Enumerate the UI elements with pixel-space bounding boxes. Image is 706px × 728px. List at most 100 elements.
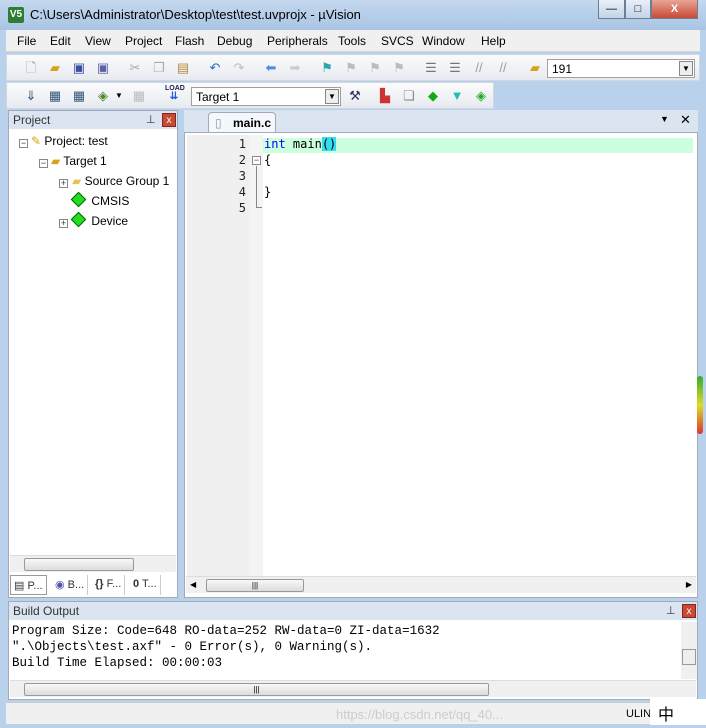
tree-label: Project: test bbox=[44, 134, 108, 148]
navigate-forward-icon[interactable]: ➡ bbox=[287, 60, 303, 76]
rebuild-icon[interactable]: ▦ bbox=[71, 88, 87, 104]
download-icon[interactable]: LOAD ⇊ bbox=[165, 85, 185, 102]
folder-icon: ▰ bbox=[72, 174, 82, 188]
collapse-icon[interactable]: − bbox=[19, 139, 28, 148]
code-line: { bbox=[264, 153, 272, 167]
redo-icon[interactable]: ↷ bbox=[231, 60, 247, 76]
expand-icon[interactable]: + bbox=[59, 219, 68, 228]
select-pack-icon[interactable]: ◆ bbox=[425, 88, 441, 104]
navigate-back-icon[interactable]: ⬅ bbox=[263, 60, 279, 76]
menu-svcs[interactable]: SVCS bbox=[381, 34, 414, 48]
tab-label: F... bbox=[106, 578, 122, 590]
components-icon[interactable]: ◈ bbox=[473, 88, 489, 104]
menu-window[interactable]: Window bbox=[422, 34, 465, 48]
menu-flash[interactable]: Flash bbox=[175, 34, 204, 48]
clear-bookmarks-icon[interactable]: ⚑ bbox=[391, 60, 407, 76]
indent-icon[interactable]: ☰ bbox=[423, 60, 439, 76]
ime-indicator[interactable]: 中 bbox=[650, 699, 706, 725]
bookmark-icon[interactable]: ⚑ bbox=[319, 60, 335, 76]
save-icon[interactable]: ▣ bbox=[71, 60, 87, 76]
editor-tab-strip: ▯ main.c ▼ ✕ bbox=[184, 110, 698, 132]
collapse-icon[interactable]: − bbox=[39, 159, 48, 168]
build-icon[interactable]: ▦ bbox=[47, 88, 63, 104]
tab-list-icon[interactable]: ▼ bbox=[660, 114, 669, 124]
file-icon: ▯ bbox=[215, 116, 222, 130]
target-options-icon[interactable]: ⚒ bbox=[347, 88, 363, 104]
menu-peripherals[interactable]: Peripherals bbox=[267, 34, 328, 48]
tab-templates[interactable]: 0 T... bbox=[130, 575, 161, 595]
project-panel-title: Project bbox=[13, 113, 51, 127]
menu-tools[interactable]: Tools bbox=[338, 34, 366, 48]
chevron-down-icon[interactable]: ▼ bbox=[679, 61, 693, 76]
scroll-thumb[interactable]: ||| bbox=[24, 683, 489, 696]
tree-cmsis[interactable]: CMSIS bbox=[69, 191, 129, 208]
menu-help[interactable]: Help bbox=[481, 34, 506, 48]
uncomment-icon[interactable]: // bbox=[495, 60, 511, 76]
batch-build-icon[interactable]: ◈ bbox=[95, 88, 111, 104]
close-panel-icon[interactable]: x bbox=[682, 604, 696, 618]
open-file-icon[interactable]: ▰ bbox=[47, 60, 63, 76]
watermark: https://blog.csdn.net/qq_40... bbox=[336, 707, 503, 722]
output-hscrollbar[interactable]: ||| bbox=[10, 680, 696, 697]
scroll-left-icon[interactable]: ◀ bbox=[190, 580, 196, 589]
find-combo[interactable]: 191 ▼ bbox=[547, 59, 695, 78]
tab-project[interactable]: ▤ P... bbox=[10, 575, 47, 595]
manage-components-icon[interactable]: ▙ bbox=[377, 88, 393, 104]
close-tab-icon[interactable]: ✕ bbox=[680, 112, 691, 128]
menu-file[interactable]: File bbox=[17, 34, 36, 48]
prev-bookmark-icon[interactable]: ⚑ bbox=[343, 60, 359, 76]
scroll-right-icon[interactable]: ▶ bbox=[686, 580, 692, 589]
build-toolbar: ⇓ ▦ ▦ ◈ ▼ ▦ LOAD ⇊ Target 1 ▼ ⚒ ▙ ❏ ◆ ▼ ◈ bbox=[6, 82, 494, 109]
close-panel-icon[interactable]: x bbox=[162, 113, 176, 127]
close-button[interactable]: X bbox=[651, 0, 698, 19]
file-extensions-icon[interactable]: ❏ bbox=[401, 88, 417, 104]
output-vscrollbar[interactable] bbox=[681, 622, 697, 679]
paste-icon[interactable]: ▤ bbox=[175, 60, 191, 76]
unindent-icon[interactable]: ☰ bbox=[447, 60, 463, 76]
tree-project[interactable]: ✎ Project: test bbox=[31, 134, 108, 148]
scroll-thumb[interactable]: ||| bbox=[206, 579, 304, 592]
copy-icon[interactable]: ❐ bbox=[151, 60, 167, 76]
menu-view[interactable]: View bbox=[85, 34, 111, 48]
new-file-icon[interactable]: 🗋 bbox=[23, 60, 39, 76]
menu-edit[interactable]: Edit bbox=[50, 34, 71, 48]
maximize-button[interactable]: □ bbox=[625, 0, 651, 19]
output-line: ".\Objects\test.axf" - 0 Error(s), 0 War… bbox=[12, 640, 373, 654]
cut-icon[interactable]: ✂ bbox=[127, 60, 143, 76]
pack-installer-icon[interactable]: ▼ bbox=[449, 88, 465, 104]
project-hscrollbar[interactable] bbox=[10, 555, 176, 572]
comment-icon[interactable]: // bbox=[471, 60, 487, 76]
target-select[interactable]: Target 1 ▼ bbox=[191, 87, 341, 106]
next-bookmark-icon[interactable]: ⚑ bbox=[367, 60, 383, 76]
translate-icon[interactable]: ⇓ bbox=[23, 88, 39, 104]
project-icon: ✎ bbox=[31, 134, 42, 148]
pin-icon[interactable]: ⊥ bbox=[666, 604, 676, 617]
expand-icon[interactable]: + bbox=[59, 179, 68, 188]
line-number: 4 bbox=[238, 185, 246, 199]
save-all-icon[interactable]: ▣ bbox=[95, 60, 111, 76]
editor-hscrollbar[interactable]: ◀ ||| ▶ bbox=[186, 576, 696, 593]
minimize-button[interactable]: — bbox=[598, 0, 625, 19]
stop-build-icon[interactable]: ▦ bbox=[131, 88, 147, 104]
menu-project[interactable]: Project bbox=[125, 34, 162, 48]
scroll-thumb[interactable] bbox=[24, 558, 134, 571]
undo-icon[interactable]: ↶ bbox=[207, 60, 223, 76]
tree-target[interactable]: ▰ Target 1 bbox=[51, 154, 107, 168]
chevron-down-icon[interactable]: ▼ bbox=[111, 88, 127, 104]
chevron-down-icon[interactable]: ▼ bbox=[325, 89, 339, 104]
pin-icon[interactable]: ⊥ bbox=[146, 113, 156, 126]
app-icon: V5 bbox=[8, 7, 24, 23]
menu-debug[interactable]: Debug bbox=[217, 34, 252, 48]
tab-functions[interactable]: {} F... bbox=[92, 575, 126, 595]
tree-device[interactable]: Device bbox=[69, 211, 128, 228]
tree-source-group[interactable]: ▰ Source Group 1 bbox=[72, 174, 169, 188]
tab-main-c[interactable]: ▯ main.c bbox=[208, 112, 276, 132]
component-icon bbox=[70, 211, 87, 228]
fold-icon[interactable]: − bbox=[252, 156, 261, 165]
scroll-thumb[interactable] bbox=[682, 649, 696, 665]
editor[interactable]: − bbox=[184, 132, 698, 598]
folder-open-icon: ▰ bbox=[51, 154, 61, 168]
tab-books[interactable]: ◉ B... bbox=[52, 575, 89, 595]
find-in-files-icon[interactable]: ▰ bbox=[527, 60, 543, 76]
line-number: 3 bbox=[238, 169, 246, 183]
